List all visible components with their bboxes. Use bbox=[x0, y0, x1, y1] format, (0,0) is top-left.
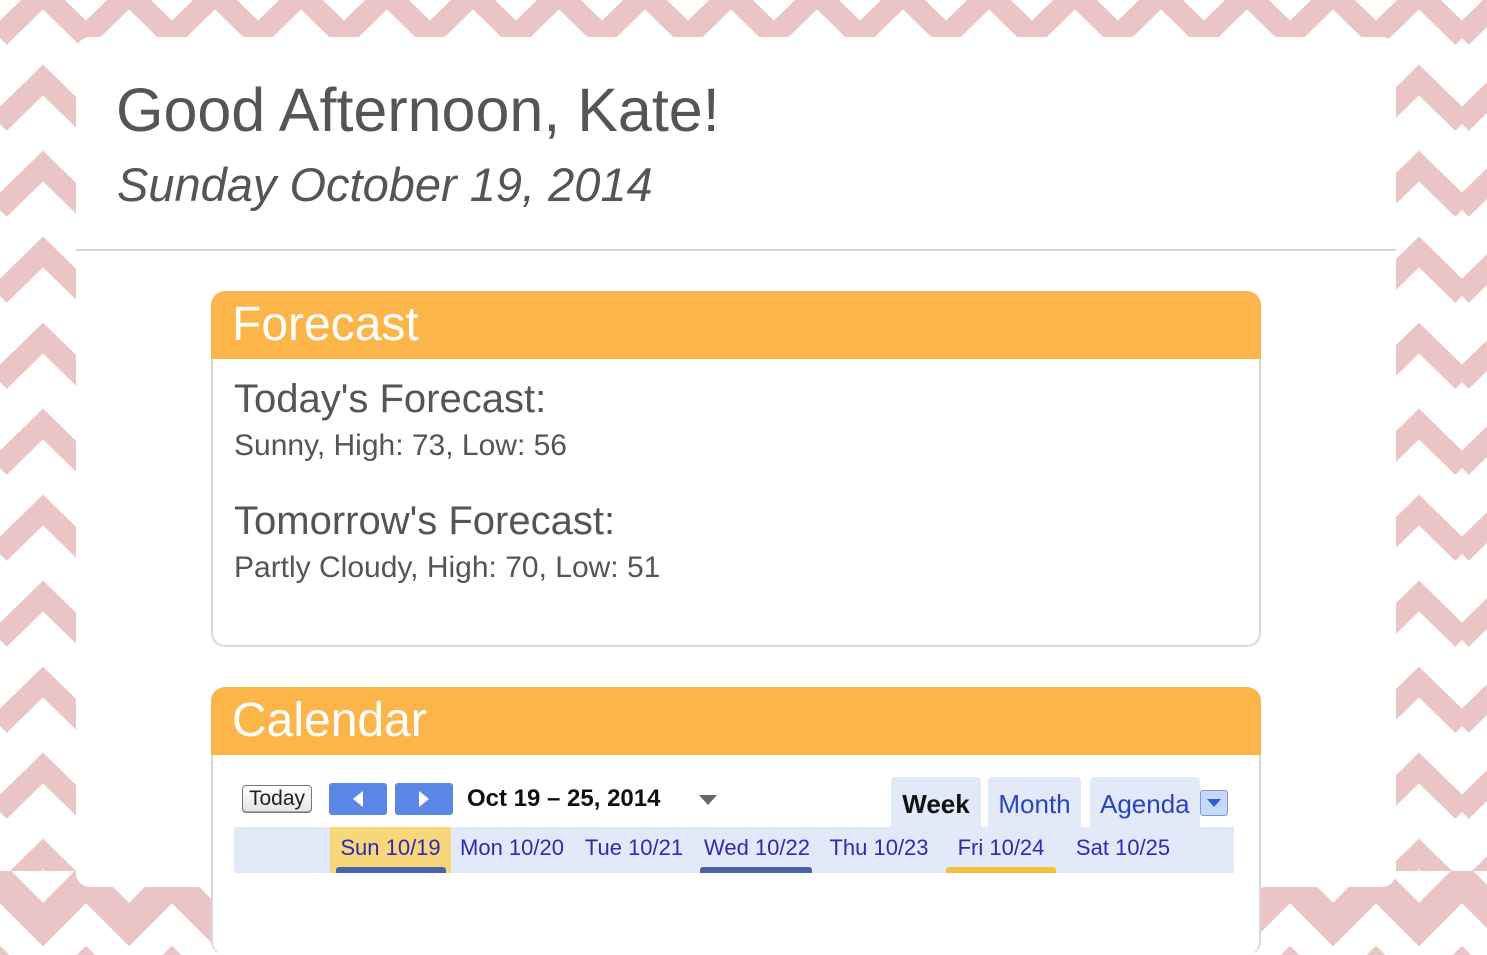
event-indicator bbox=[700, 867, 812, 873]
tab-week[interactable]: Week bbox=[891, 777, 981, 827]
date-range-label[interactable]: Oct 19 – 25, 2014 bbox=[467, 785, 660, 813]
tomorrow-forecast-title: Tomorrow's Forecast: bbox=[234, 499, 616, 543]
calendar-panel: Calendar Today Oct 19 – 25, 2014 Week Mo… bbox=[211, 687, 1261, 955]
next-week-button[interactable] bbox=[395, 783, 453, 815]
date-subtitle: Sunday October 19, 2014 bbox=[117, 158, 653, 211]
tomorrow-forecast-detail: Partly Cloudy, High: 70, Low: 51 bbox=[234, 551, 661, 584]
dashboard-card: Good Afternoon, Kate! Sunday October 19,… bbox=[76, 37, 1396, 955]
chevron-right-icon bbox=[419, 791, 429, 807]
tab-month[interactable]: Month bbox=[988, 777, 1081, 827]
calendar-panel-title: Calendar bbox=[211, 687, 1261, 755]
event-indicator bbox=[946, 867, 1056, 873]
calendar-day-header: Sun 10/19 Mon 10/20 Tue 10/21 Wed 10/22 … bbox=[234, 827, 1234, 873]
greeting-title: Good Afternoon, Kate! bbox=[116, 76, 720, 144]
prev-week-button[interactable] bbox=[329, 783, 387, 815]
calendar-widget: Today Oct 19 – 25, 2014 Week Month Agend… bbox=[211, 755, 1261, 955]
day-header-sat[interactable]: Sat 10/25 bbox=[1064, 827, 1182, 873]
forecast-panel-body: Today's Forecast: Sunny, High: 73, Low: … bbox=[211, 359, 1261, 647]
forecast-panel: Forecast Today's Forecast: Sunny, High: … bbox=[211, 291, 1261, 647]
forecast-panel-title: Forecast bbox=[211, 291, 1261, 359]
day-header-thu[interactable]: Thu 10/23 bbox=[820, 827, 938, 873]
page-header: Good Afternoon, Kate! Sunday October 19,… bbox=[76, 37, 1396, 251]
event-indicator bbox=[336, 867, 446, 873]
today-button[interactable]: Today bbox=[242, 785, 312, 813]
today-forecast-detail: Sunny, High: 73, Low: 56 bbox=[234, 429, 567, 462]
view-options-dropdown[interactable] bbox=[1200, 790, 1228, 816]
chevron-left-icon bbox=[353, 791, 363, 807]
tab-agenda[interactable]: Agenda bbox=[1090, 777, 1200, 827]
day-header-mon[interactable]: Mon 10/20 bbox=[454, 827, 570, 873]
chevron-down-icon bbox=[1207, 799, 1221, 807]
day-header-tue[interactable]: Tue 10/21 bbox=[574, 827, 694, 873]
date-range-dropdown-icon[interactable] bbox=[699, 795, 717, 805]
today-forecast-title: Today's Forecast: bbox=[234, 377, 547, 421]
